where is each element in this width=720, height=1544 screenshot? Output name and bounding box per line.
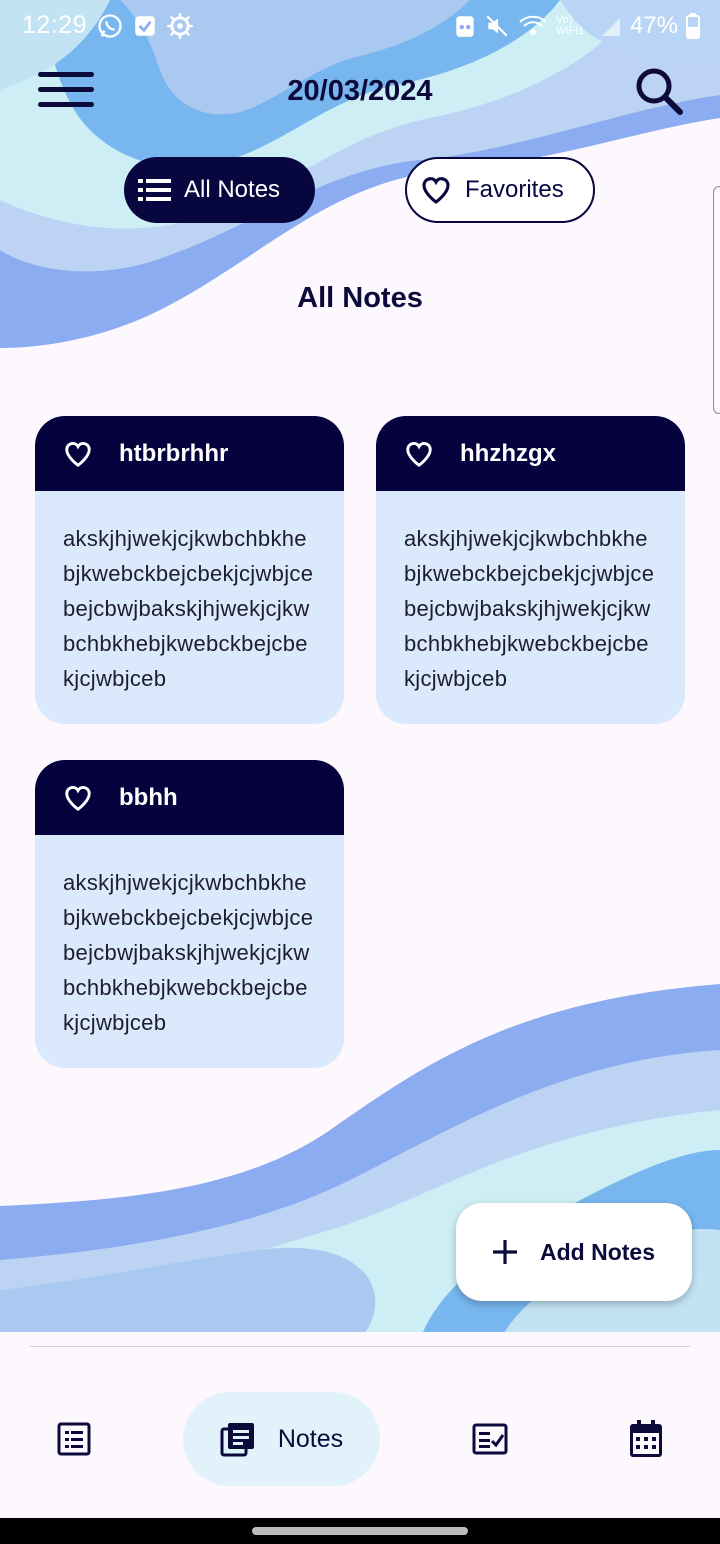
note-card-header: hhzhzgx [376, 416, 685, 491]
note-card-header: htbrbrhhr [35, 416, 344, 491]
gesture-handle[interactable] [252, 1527, 468, 1535]
search-button[interactable] [632, 64, 686, 118]
notes-icon [220, 1423, 254, 1457]
all-notes-chip[interactable]: All Notes [124, 157, 315, 223]
mute-icon [486, 15, 508, 37]
note-card-header: bbhh [35, 760, 344, 835]
search-icon [636, 68, 683, 115]
note-card[interactable]: htbrbrhhr akskjhjwekjcjkwbchbkhebjkwebck… [35, 416, 344, 724]
filter-chips: All Notes Favorites [0, 157, 720, 227]
nav-item-calendar[interactable] [606, 1392, 686, 1486]
signal-icon [601, 18, 620, 36]
recorder-icon [456, 16, 474, 37]
note-card[interactable]: hhzhzgx akskjhjwekjcjkwbchbkhebjkwebckbe… [376, 416, 685, 724]
section-title: All Notes [297, 282, 423, 314]
network-label: Vo) WiFi1 [555, 14, 585, 37]
battery-percent: 47% [629, 12, 678, 39]
date-title: 20/03/2024 [287, 75, 433, 107]
add-notes-button[interactable]: Add Notes [456, 1203, 692, 1301]
calendar-icon [630, 1420, 662, 1457]
battery-icon [686, 13, 700, 39]
favorites-chip-label: Favorites [465, 176, 564, 203]
note-body: akskjhjwekjcjkwbchbkhebjkwebckbejcbekjcj… [404, 526, 655, 691]
whatsapp-icon [98, 14, 122, 38]
nav-item-tasks[interactable] [450, 1392, 530, 1486]
note-title: hhzhzgx [460, 439, 556, 467]
check-badge-icon [135, 16, 155, 36]
settings-icon [167, 13, 193, 39]
status-bar: 12:29 Vo) WiFi1 47% [0, 0, 720, 54]
heart-icon[interactable] [63, 439, 93, 469]
task-check-icon [472, 1423, 508, 1455]
app-bar: 20/03/2024 [0, 58, 720, 128]
bottom-navigation: Notes [0, 1332, 720, 1518]
wifi-calling-icon [519, 15, 547, 35]
nav-notes-label: Notes [277, 1424, 344, 1453]
nav-divider [30, 1346, 690, 1347]
plus-icon [493, 1240, 517, 1264]
favorites-chip[interactable]: Favorites [405, 157, 595, 223]
heart-icon [422, 177, 450, 204]
nav-item-notes[interactable]: Notes [183, 1392, 380, 1486]
scroll-indicator[interactable] [713, 186, 720, 414]
nav-item-list[interactable] [34, 1392, 114, 1486]
note-body: akskjhjwekjcjkwbchbkhebjkwebckbejcbekjcj… [63, 870, 314, 1035]
list-icon [138, 179, 171, 201]
note-body: akskjhjwekjcjkwbchbkhebjkwebckbejcbekjcj… [63, 526, 314, 691]
add-notes-label: Add Notes [540, 1238, 655, 1265]
note-title: bbhh [119, 783, 178, 811]
heart-icon[interactable] [63, 783, 93, 813]
heart-icon[interactable] [404, 439, 434, 469]
note-title: htbrbrhhr [119, 439, 229, 467]
all-notes-chip-label: All Notes [184, 176, 281, 203]
note-card[interactable]: bbhh akskjhjwekjcjkwbchbkhebjkwebckbejcb… [35, 760, 344, 1068]
list-alt-icon [57, 1422, 91, 1456]
status-time: 12:29 [22, 11, 88, 39]
